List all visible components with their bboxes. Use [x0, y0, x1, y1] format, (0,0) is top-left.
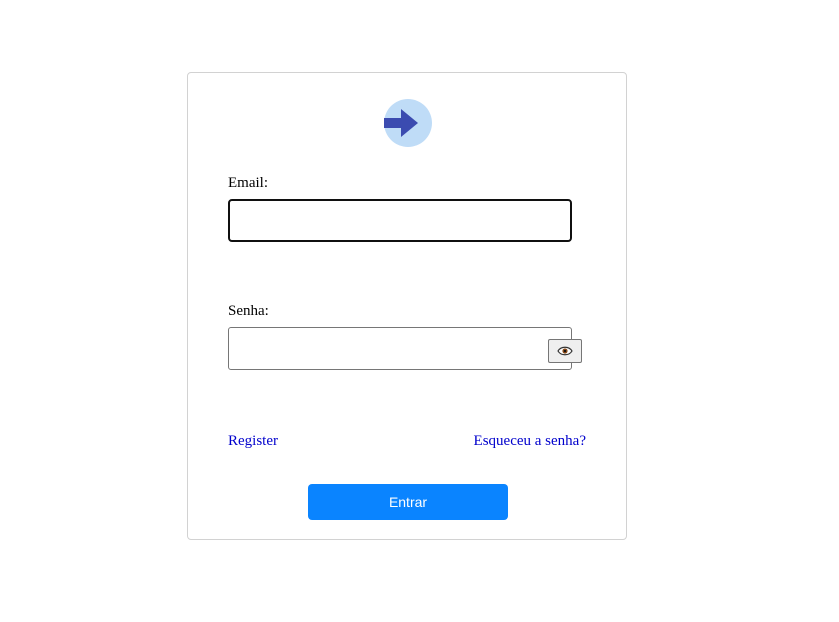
login-card: Email: Senha: Register Esqueceu a senha?… — [187, 72, 627, 540]
login-submit-button[interactable]: Entrar — [308, 484, 508, 520]
email-label: Email: — [228, 175, 268, 191]
arrow-right-icon-graphic — [384, 109, 418, 137]
register-link[interactable]: Register — [228, 433, 278, 450]
arrow-right-icon — [384, 99, 432, 147]
show-password-button[interactable] — [548, 339, 582, 363]
password-label: Senha: — [228, 303, 269, 319]
email-field[interactable] — [228, 199, 572, 242]
password-field[interactable] — [228, 327, 572, 370]
forgot-password-link[interactable]: Esqueceu a senha? — [474, 433, 586, 450]
eye-icon — [557, 346, 573, 356]
